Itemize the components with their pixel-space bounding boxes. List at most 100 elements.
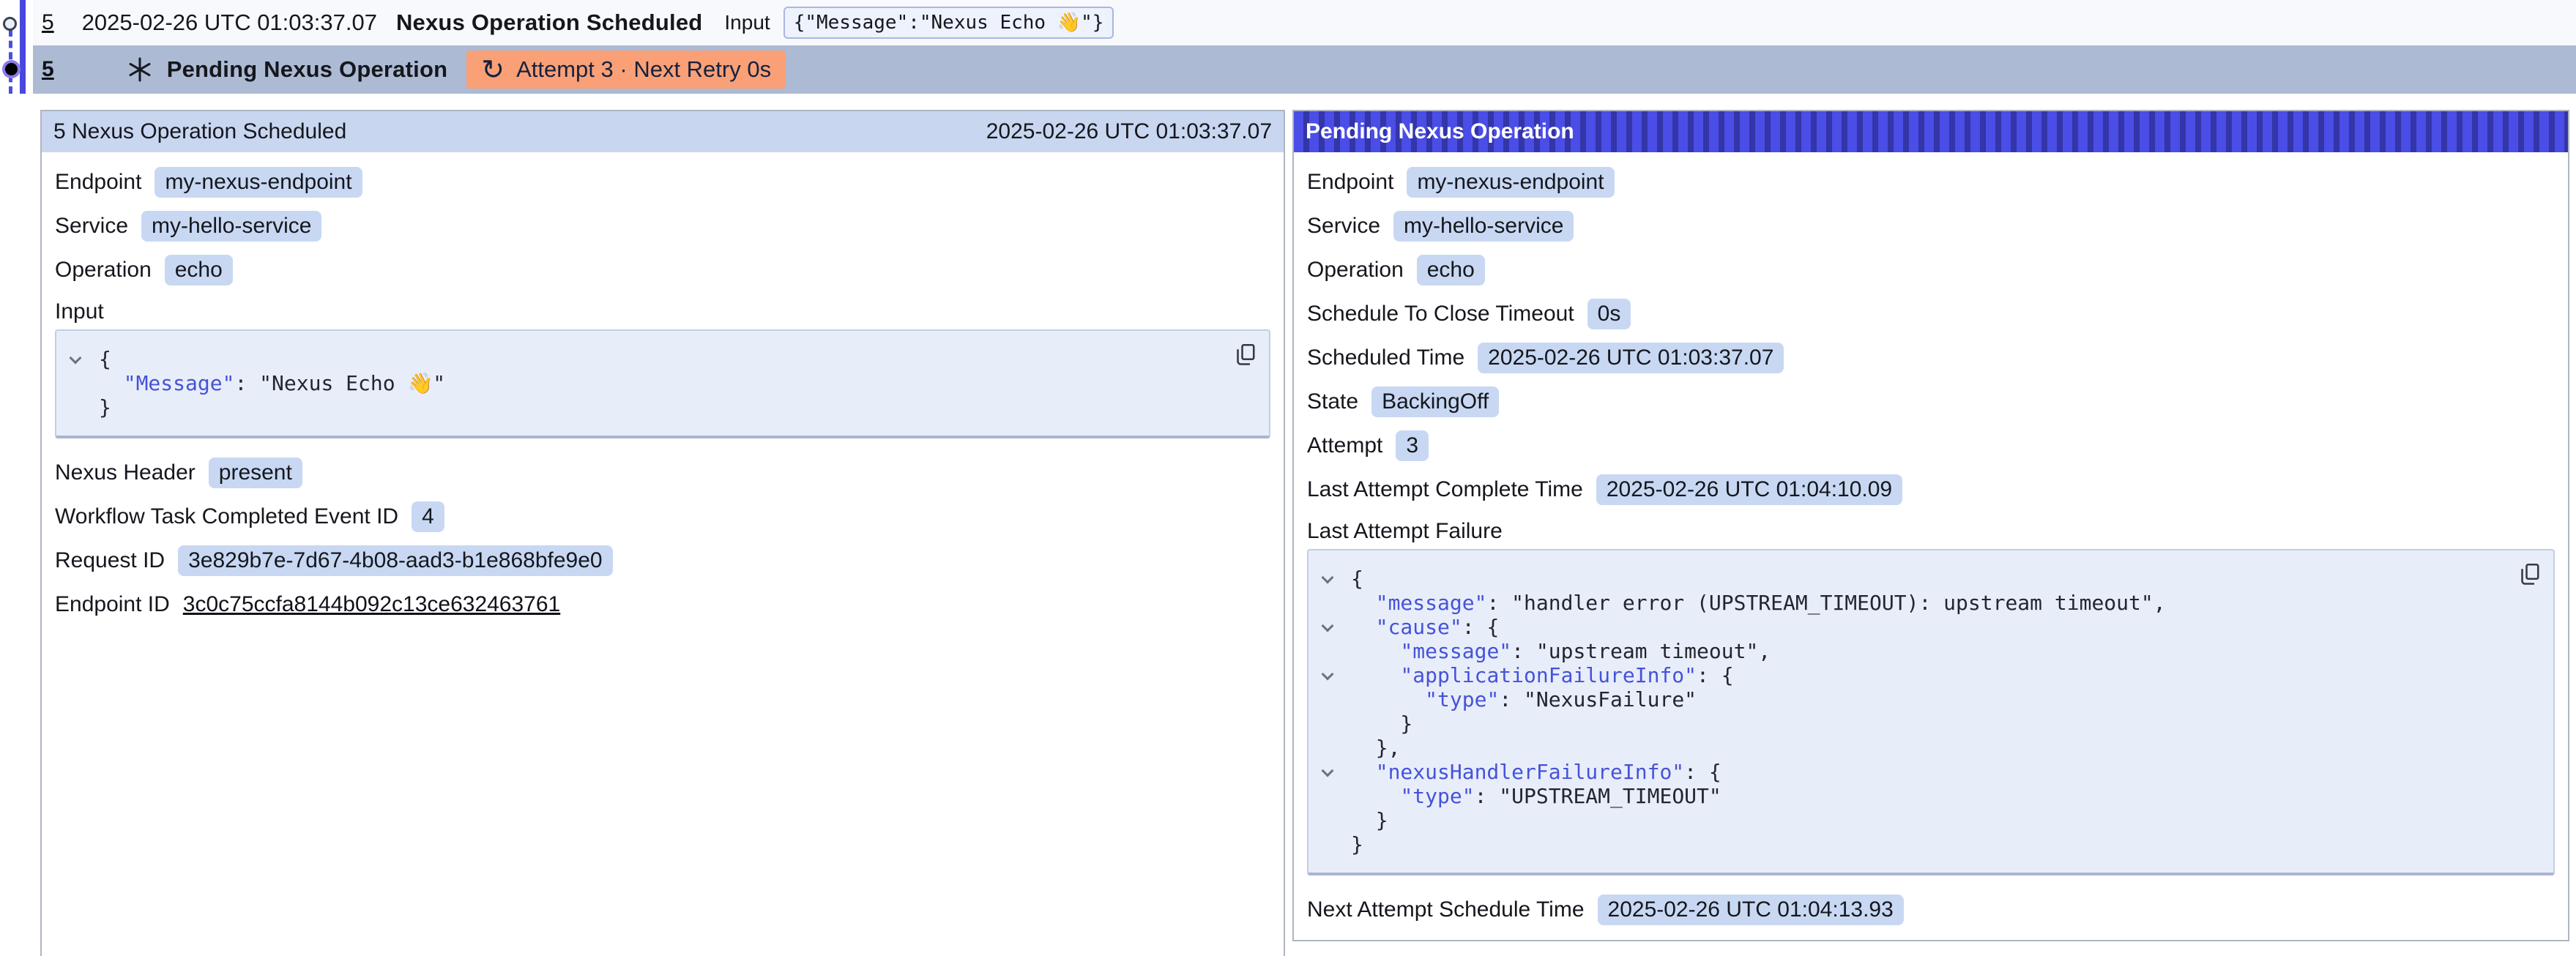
field-value-badge: 4 (412, 501, 444, 532)
pending-panel-content: Endpoint my-nexus-endpoint Servicemy-hello… (1294, 152, 2568, 940)
json-line: } (56, 395, 1210, 419)
event-row-scheduled[interactable]: 5 2025-02-26 UTC 01:03:37.07 Nexus Opera… (33, 0, 2576, 45)
field-label: Input (55, 299, 104, 324)
json-line: "message": "handler error (UPSTREAM_TIME… (1309, 591, 2495, 615)
json-line: } (1309, 832, 2495, 856)
timeline-node-open-icon (3, 17, 17, 31)
json-line: "nexusHandlerFailureInfo": { (1309, 760, 2495, 784)
json-text (1351, 615, 1376, 639)
json-text: } (1351, 832, 1363, 856)
retry-badge-text: Attempt 3 · Next Retry 0s (516, 56, 771, 83)
field-value-badge: 3 (1396, 430, 1429, 461)
json-text: : "handler error (UPSTREAM_TIMEOUT): ups… (1486, 591, 2165, 615)
json-key: "cause" (1376, 615, 1462, 639)
pending-panel-header: Pending Nexus Operation (1294, 111, 2568, 152)
field-row: Attempt3 (1307, 430, 2555, 461)
field-label: Endpoint (55, 170, 141, 195)
event-timestamp: 2025-02-26 UTC 01:03:37.07 (82, 10, 377, 36)
event-history-top: 5 2025-02-26 UTC 01:03:37.07 Nexus Opera… (0, 0, 2576, 94)
json-line: }, (1309, 736, 2495, 760)
field-value-badge: 2025-02-26 UTC 01:04:10.09 (1596, 474, 1902, 505)
timeline-active-bar (20, 0, 26, 94)
json-key: "Message" (124, 371, 235, 395)
json-text: } (99, 395, 111, 419)
field-row: Operation echo (1307, 255, 2555, 285)
field-value-badge: 3e829b7e-7d67-4b08-aad3-b1e868bfe9e0 (178, 545, 613, 576)
scheduled-panel-content: Endpoint my-nexus-endpoint Service my-hello… (42, 152, 1284, 635)
chevron-down-icon[interactable] (1322, 620, 1334, 632)
json-text: : { (1462, 615, 1500, 639)
json-key: "applicationFailureInfo" (1400, 663, 1697, 687)
json-viewer: { "Message": "Nexus Echo 👋"} (55, 329, 1270, 438)
field-row: Request ID 3e829b7e-7d67-4b08-aad3-b1e868… (55, 545, 1270, 576)
field-value-badge: my-nexus-endpoint (1407, 167, 1614, 198)
field-label: Scheduled Time (1307, 346, 1464, 370)
event-timeline (0, 0, 33, 94)
field-label: Schedule To Close Timeout (1307, 302, 1574, 326)
field-value-badge: 0s (1587, 299, 1631, 329)
json-line: } (1309, 712, 2495, 736)
field-row: Schedule To Close Timeout 0s (1307, 299, 2555, 329)
json-text: { (99, 347, 111, 371)
json-text (1351, 687, 1425, 712)
timeline-dashed-connector (9, 29, 12, 94)
field-row: Endpoint my-nexus-endpoint (55, 167, 1270, 198)
chevron-down-icon[interactable] (1322, 765, 1334, 777)
timeline-node-current-icon (5, 63, 18, 75)
field-row: Endpoint my-nexus-endpoint (1307, 167, 2555, 198)
scheduled-panel-header: 5 Nexus Operation Scheduled 2025-02-26 U… (42, 111, 1284, 152)
field-row: Next Attempt Schedule Time 2025-02-26 UTC… (1307, 895, 2555, 925)
field-value-badge: 2025-02-26 UTC 01:04:13.93 (1598, 895, 1904, 925)
event-id-link[interactable]: 5 (42, 10, 54, 35)
json-line: "type": "UPSTREAM_TIMEOUT" (1309, 784, 2495, 808)
field-label: Endpoint (1307, 170, 1393, 195)
json-key: "message" (1400, 639, 1511, 663)
field-value-badge: echo (1417, 255, 1485, 285)
event-id-link[interactable]: 5 (42, 57, 54, 82)
json-key: "type" (1425, 687, 1499, 712)
event-row-pending[interactable]: 5 Pending Nexus Operation ↻ Attempt 3 · … (33, 45, 2576, 94)
field-label: Request ID (55, 548, 165, 573)
field-value-badge: my-nexus-endpoint (155, 167, 362, 198)
json-line: "cause": { (1309, 615, 2495, 639)
field-row: Workflow Task Completed Event ID 4 (55, 501, 1270, 532)
field-label: Last Attempt Failure (1307, 519, 1503, 544)
json-line: { (56, 347, 1210, 371)
field-label: Service (55, 214, 128, 239)
field-row: Scheduled Time2025-02-26 UTC 01:03:37.07 (1307, 343, 2555, 373)
field-label: Operation (1307, 258, 1404, 283)
field-row: StateBackingOff (1307, 386, 2555, 417)
chevron-down-icon[interactable] (1322, 668, 1334, 681)
json-line: "message": "upstream timeout", (1309, 639, 2495, 663)
json-line: "type": "NexusFailure" (1309, 687, 2495, 712)
field-row: Last Attempt Complete Time 2025-02-26 UTC… (1307, 474, 2555, 505)
field-label: Last Attempt Complete Time (1307, 477, 1583, 502)
json-line: { (1309, 567, 2495, 591)
json-text (1351, 784, 1400, 808)
event-title: Pending Nexus Operation (167, 56, 448, 83)
json-viewer: { "message": "handler error (UPSTREAM_TI… (1307, 549, 2555, 875)
copy-icon[interactable] (1232, 341, 1259, 367)
json-text (1351, 663, 1400, 687)
chevron-down-icon[interactable] (70, 352, 82, 365)
input-label: Input (724, 11, 770, 34)
field-value-badge: echo (165, 255, 233, 285)
field-row: Servicemy-hello-service (1307, 211, 2555, 242)
chevron-down-icon[interactable] (1322, 572, 1334, 584)
field-label: Endpoint ID (55, 592, 170, 617)
json-text (1351, 591, 1376, 615)
json-line: } (1309, 808, 2495, 832)
field-label: Next Attempt Schedule Time (1307, 897, 1585, 922)
field-row: Operationecho (55, 255, 1270, 285)
field-label: Workflow Task Completed Event ID (55, 504, 398, 529)
json-text (99, 371, 124, 395)
field-label: Service (1307, 214, 1380, 239)
input-value-chip[interactable]: {"Message":"Nexus Echo 👋"} (783, 7, 1114, 39)
json-text: : "Nexus Echo 👋" (234, 371, 445, 395)
copy-icon[interactable] (2517, 561, 2543, 587)
field-label: Nexus Header (55, 460, 196, 485)
field-value-badge: my-hello-service (141, 211, 321, 242)
endpoint-id-link[interactable]: 3c0c75ccfa8144b092c13ce632463761 (183, 592, 560, 617)
field-value-badge: BackingOff (1371, 386, 1499, 417)
json-key: "nexusHandlerFailureInfo" (1376, 760, 1684, 784)
